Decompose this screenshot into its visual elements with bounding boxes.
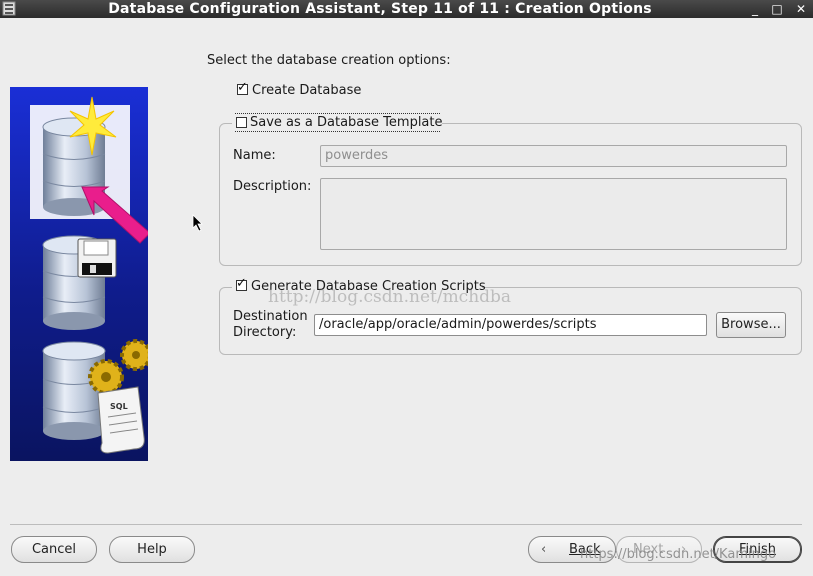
minimize-button[interactable]: _ [745, 0, 765, 18]
browse-button[interactable]: Browse... [716, 312, 786, 338]
create-database-checkbox[interactable]: ✓ [237, 80, 248, 95]
focus-indicator [235, 113, 440, 114]
watermark-bottom: https://blog.csdn.net/Kamingo [580, 547, 777, 562]
creation-options-prompt: Select the database creation options: [207, 53, 451, 68]
template-description-label: Description: [233, 179, 312, 194]
checkmark-icon: ✓ [237, 80, 248, 95]
template-description-textarea[interactable] [320, 178, 787, 250]
chevron-left-icon: ‹ [541, 542, 547, 557]
destination-label-line2: Directory: [233, 325, 297, 340]
close-button[interactable]: ✕ [791, 0, 811, 18]
cancel-button[interactable]: Cancel [11, 536, 97, 563]
watermark-text: http://blog.csdn.net/mchdba [268, 287, 512, 307]
window-title: Database Configuration Assistant, Step 1… [108, 1, 652, 17]
maximize-button[interactable]: □ [767, 0, 787, 18]
title-bar: Database Configuration Assistant, Step 1… [0, 0, 813, 18]
mouse-pointer-icon [192, 214, 203, 232]
database-stack-icon: SQL [30, 96, 148, 454]
destination-label-line1: Destination [233, 309, 308, 324]
help-button[interactable]: Help [109, 536, 195, 563]
focus-indicator [235, 131, 440, 132]
destination-directory-input[interactable]: /oracle/app/oracle/admin/powerdes/script… [314, 314, 707, 336]
save-template-checkbox[interactable] [236, 117, 247, 128]
create-database-label[interactable]: Create Database [252, 83, 361, 99]
wizard-illustration: SQL [10, 87, 148, 461]
checkmark-icon: ✓ [236, 276, 247, 291]
footer-separator [10, 524, 802, 525]
svg-text:SQL: SQL [110, 402, 128, 411]
template-name-input[interactable]: powerdes [320, 145, 787, 167]
save-template-label[interactable]: Save as a Database Template [250, 115, 443, 131]
template-name-label: Name: [233, 148, 276, 163]
generate-scripts-checkbox[interactable]: ✓ [236, 276, 247, 291]
